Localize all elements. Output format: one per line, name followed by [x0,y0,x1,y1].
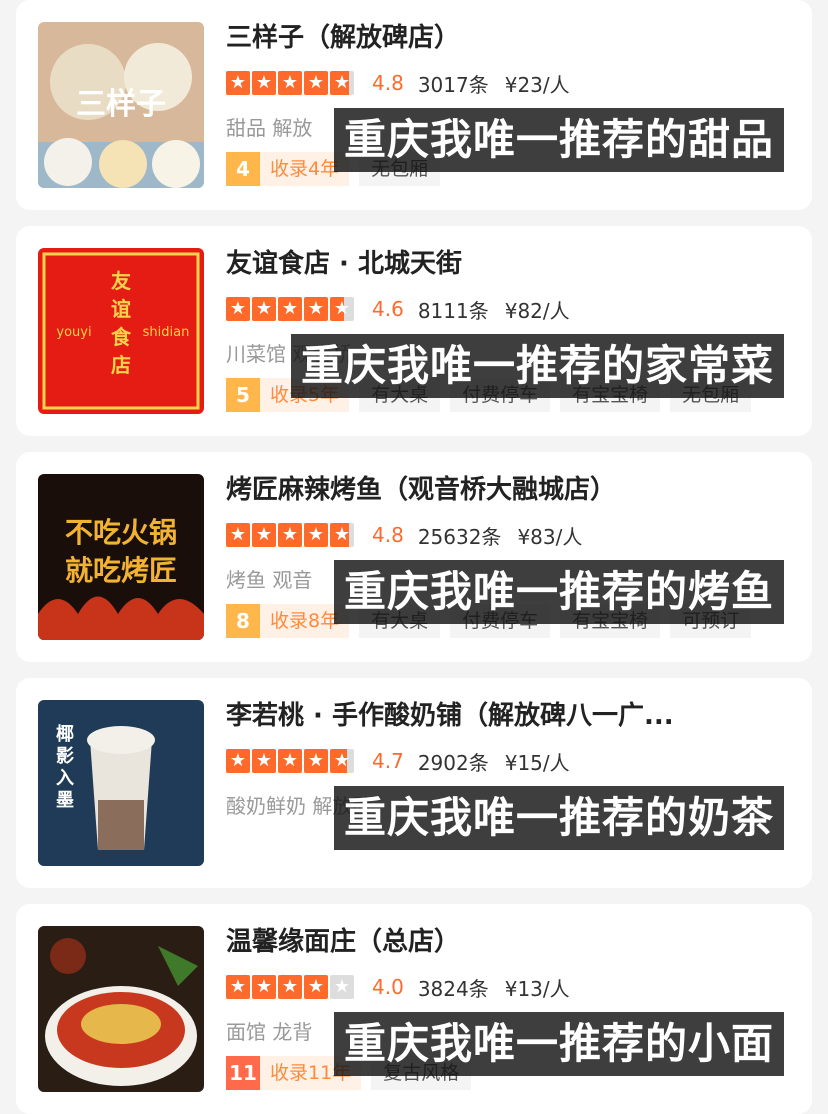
star-icon: ★ [304,749,328,773]
shop-list: 三样子 三样子（解放碑店） ★ ★ ★ ★ ★ 4.8 3017条 ¥23/人 甜品 解… [0,0,828,1114]
svg-text:店: 店 [111,353,131,377]
svg-text:食: 食 [111,325,132,349]
rank-badge: 8 [226,604,260,638]
caption-overlay: 重庆我唯一推荐的奶茶 [333,786,784,850]
avg-price: ¥83/人 [517,524,583,549]
category-area: 甜品 解放 [226,116,313,140]
star-icon: ★ [330,71,354,95]
svg-text:入: 入 [56,768,74,789]
svg-text:墨: 墨 [56,790,74,811]
shop-thumbnail[interactable]: 友 谊 食 店 youyi shidian [38,248,204,414]
star-icon: ★ [252,297,276,321]
star-icon: ★ [304,297,328,321]
rank-badge: 4 [226,152,260,186]
thumb-left-text: youyi [56,325,91,340]
shop-name[interactable]: 李若桃 · 手作酸奶铺（解放碑八一广... [226,698,786,734]
avg-price: ¥23/人 [504,72,570,97]
star-icon: ★ [304,975,328,999]
star-icon: ★ [330,523,354,547]
thumb-line1: 不吃火锅 [65,516,177,549]
review-count: 3017条 [417,72,489,97]
review-count: 2902条 [417,750,489,775]
star-icon: ★ [252,749,276,773]
shop-name[interactable]: 友谊食店 · 北城天街 [226,246,786,282]
shop-name[interactable]: 烤匠麻辣烤鱼（观音桥大融城店） [226,472,786,508]
shop-card[interactable]: 友 谊 食 店 youyi shidian 友谊食店 · 北城天街 ★ ★ ★ ★ ★ … [16,226,812,436]
review-count: 8111条 [417,298,489,323]
star-icon: ★ [252,975,276,999]
rating-score: 4.8 [372,523,404,547]
star-rating: ★ ★ ★ ★ ★ [226,297,354,321]
caption-overlay: 重庆我唯一推荐的烤鱼 [333,560,784,624]
rank-badge: 11 [226,1056,260,1090]
avg-price: ¥82/人 [504,298,570,323]
shop-thumbnail[interactable]: 三样子 [38,22,204,188]
svg-text:谊: 谊 [111,297,131,321]
star-icon: ★ [330,975,354,999]
shop-thumbnail[interactable]: 不吃火锅 就吃烤匠 [38,474,204,640]
rating-score: 4.8 [372,71,404,95]
star-rating: ★ ★ ★ ★ ★ [226,975,354,999]
star-icon: ★ [252,71,276,95]
shop-name[interactable]: 三样子（解放碑店） [226,20,786,56]
rating-score: 4.0 [372,975,404,999]
star-icon: ★ [226,975,250,999]
star-icon: ★ [304,71,328,95]
star-rating: ★ ★ ★ ★ ★ [226,749,354,773]
shop-card[interactable]: 温馨缘面庄（总店） ★ ★ ★ ★ ★ 4.0 3824条 ¥13/人 面馆 龙背 11… [16,904,812,1114]
shop-card[interactable]: 三样子 三样子（解放碑店） ★ ★ ★ ★ ★ 4.8 3017条 ¥23/人 甜品 解… [16,0,812,210]
star-icon: ★ [330,297,354,321]
rating-score: 4.7 [372,749,404,773]
shop-card[interactable]: 不吃火锅 就吃烤匠 烤匠麻辣烤鱼（观音桥大融城店） ★ ★ ★ ★ ★ 4.8 2563… [16,452,812,662]
review-count: 25632条 [417,524,502,549]
star-icon: ★ [226,523,250,547]
star-icon: ★ [278,71,302,95]
caption-overlay: 重庆我唯一推荐的家常菜 [290,334,784,398]
rank-badge: 5 [226,378,260,412]
star-rating: ★ ★ ★ ★ ★ [226,71,354,95]
svg-text:椰: 椰 [56,723,74,745]
star-icon: ★ [278,975,302,999]
thumb-line2: 就吃烤匠 [65,554,177,587]
category-area: 烤鱼 观音 [226,568,313,592]
category-area: 面馆 龙背 [226,1020,313,1044]
review-count: 3824条 [417,976,489,1001]
star-icon: ★ [226,749,250,773]
thumb-right-text: shidian [143,325,190,340]
thumb-brand-text: 三样子 [76,87,166,122]
shop-card[interactable]: 椰 影 入 墨 李若桃 · 手作酸奶铺（解放碑八一广... ★ ★ ★ ★ ★ 4.7 … [16,678,812,888]
star-rating: ★ ★ ★ ★ ★ [226,523,354,547]
avg-price: ¥13/人 [504,976,570,1001]
svg-text:友: 友 [111,269,131,293]
star-icon: ★ [278,749,302,773]
shop-thumbnail[interactable] [38,926,204,1092]
rating-score: 4.6 [372,297,404,321]
star-icon: ★ [304,523,328,547]
shop-thumbnail[interactable]: 椰 影 入 墨 [38,700,204,866]
star-icon: ★ [226,71,250,95]
caption-overlay: 重庆我唯一推荐的甜品 [333,108,784,172]
shop-name[interactable]: 温馨缘面庄（总店） [226,924,786,960]
star-icon: ★ [330,749,354,773]
star-icon: ★ [278,297,302,321]
avg-price: ¥15/人 [504,750,570,775]
svg-text:影: 影 [56,746,74,767]
star-icon: ★ [278,523,302,547]
star-icon: ★ [252,523,276,547]
star-icon: ★ [226,297,250,321]
caption-overlay: 重庆我唯一推荐的小面 [333,1012,784,1076]
